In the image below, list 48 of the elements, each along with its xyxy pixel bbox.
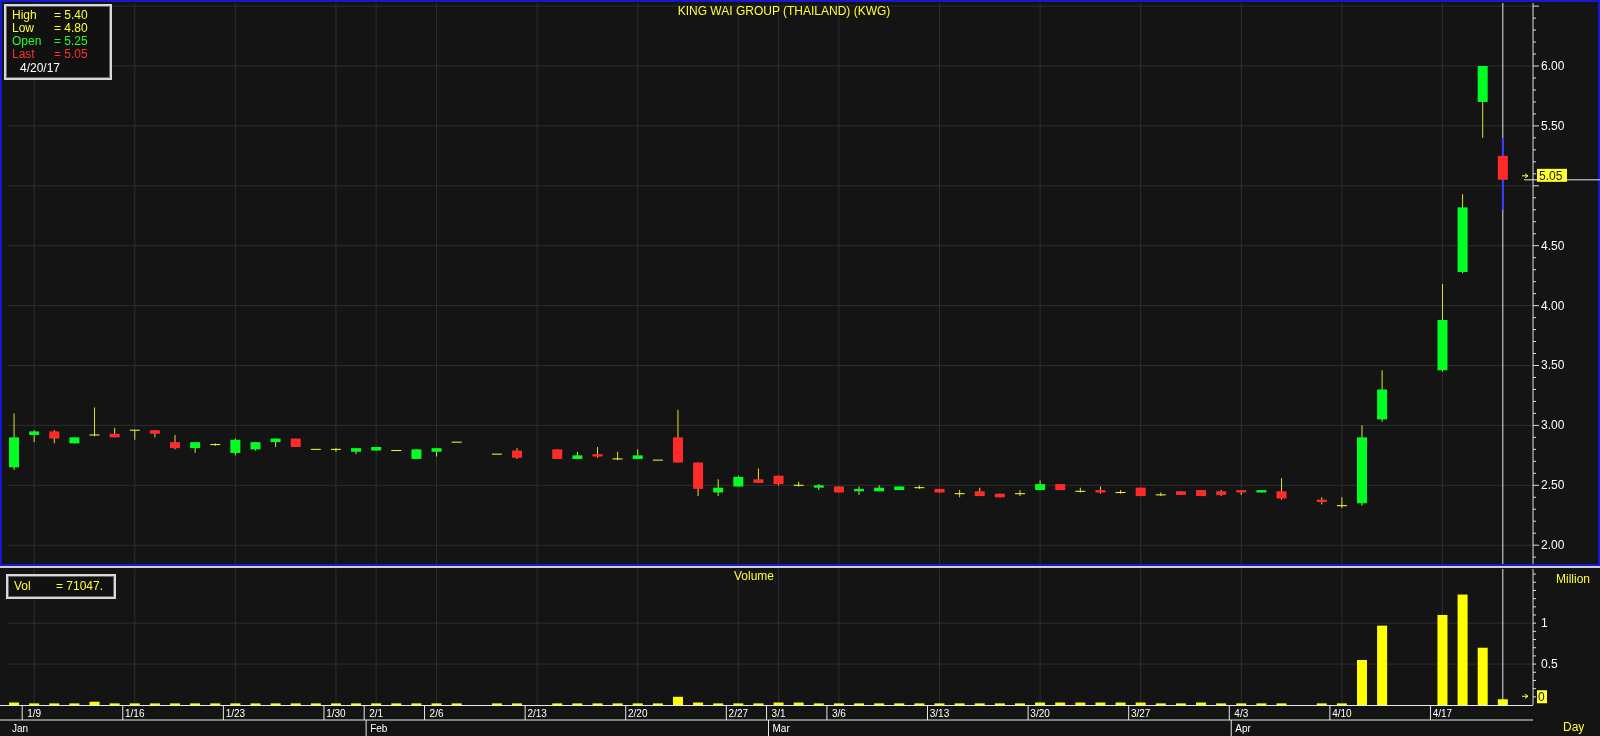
price-axis-label: 3.00 xyxy=(1541,418,1565,433)
date-label: 2/1 xyxy=(369,708,384,719)
legend-label: High xyxy=(12,9,38,22)
date-label: 3/27 xyxy=(1130,708,1151,719)
period-label: Day xyxy=(1563,720,1585,734)
month-label: Feb xyxy=(370,723,388,734)
legend-label: Low xyxy=(12,22,34,35)
volume-axis-label: 0.5 xyxy=(1541,657,1558,672)
date-label: 2/13 xyxy=(527,708,547,719)
legend-value: = 5.05 xyxy=(54,48,88,61)
price-axis-label: 3.50 xyxy=(1541,358,1565,373)
chart-title: Volume xyxy=(734,569,774,583)
date-label: 1/9 xyxy=(27,708,42,719)
legend-label: Vol xyxy=(14,580,32,593)
legend-value: = 5.25 xyxy=(54,35,88,48)
legend-label: Last xyxy=(12,48,35,61)
date-label: 1/30 xyxy=(326,708,346,719)
price-axis-label: 4.00 xyxy=(1541,298,1565,313)
legend-date: 4/20/17 xyxy=(19,62,62,75)
volume-axis-label: 1 xyxy=(1541,616,1548,631)
last-price-marker: 5.05 xyxy=(1537,168,1567,183)
legend-value: = 5.40 xyxy=(54,9,88,22)
date-label: 3/13 xyxy=(929,708,950,719)
price-axis-label: 2.00 xyxy=(1541,538,1565,553)
date-label: 4/10 xyxy=(1332,708,1352,719)
unit-label: Million xyxy=(1556,572,1590,586)
month-label: Jan xyxy=(12,723,29,734)
date-label: 3/1 xyxy=(771,708,786,719)
price-axis-label: 4.50 xyxy=(1541,238,1565,253)
date-label: 4/3 xyxy=(1234,708,1249,719)
month-label: Mar xyxy=(772,723,790,734)
last-volume-marker: 0 xyxy=(1537,690,1547,705)
price-axis-label: 2.50 xyxy=(1541,478,1565,493)
legend-value: = 4.80 xyxy=(54,22,88,35)
date-label: 1/16 xyxy=(125,708,145,719)
chart-title: KING WAI GROUP (THAILAND) (KWG) xyxy=(677,4,891,18)
date-label: 4/17 xyxy=(1432,708,1453,719)
date-label: 2/20 xyxy=(628,708,648,719)
legend-value: = 71047. xyxy=(56,580,104,593)
legend-label: Open xyxy=(12,35,43,48)
date-label: 2/27 xyxy=(728,708,749,719)
price-axis-label: 6.00 xyxy=(1541,59,1565,73)
month-label: Apr xyxy=(1235,723,1251,734)
date-label: 1/23 xyxy=(225,708,246,719)
date-label: 3/6 xyxy=(831,708,846,719)
price-axis-label: 5.50 xyxy=(1541,118,1565,133)
date-label: 3/20 xyxy=(1030,708,1050,719)
date-label: 2/6 xyxy=(429,708,444,719)
